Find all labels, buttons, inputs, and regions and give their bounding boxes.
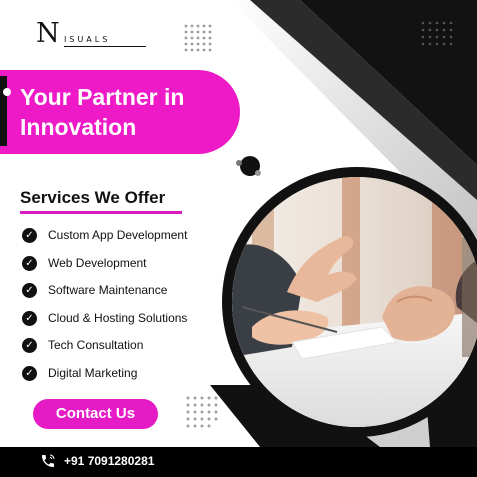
service-item: ✓ Custom App Development (22, 228, 187, 256)
services-title-underline (20, 211, 182, 214)
service-item: ✓ Cloud & Hosting Solutions (22, 310, 188, 339)
headline-bullet-dot (3, 88, 11, 96)
dot-pattern-bottom (186, 396, 218, 428)
service-label: Tech Consultation (48, 338, 144, 352)
service-label: Software Maintenance (48, 283, 168, 297)
brand-logo: N ISUALS (36, 18, 146, 49)
check-circle-icon: ✓ (22, 310, 37, 326)
service-item: ✓ Software Maintenance (22, 283, 187, 311)
decorative-dot-small (236, 160, 242, 166)
dot-pattern-corner (421, 21, 453, 46)
dot-pattern-top (184, 24, 212, 52)
services-title: Services We Offer (20, 188, 166, 207)
service-label: Web Development (48, 255, 147, 270)
service-item: ✓ Tech Consultation (22, 338, 187, 366)
service-label: Cloud & Hosting Solutions (48, 310, 188, 325)
poster: N ISUALS Your Partner in Innovation Serv… (0, 0, 477, 477)
check-circle-icon: ✓ (22, 255, 37, 271)
check-circle-icon: ✓ (22, 365, 37, 381)
logo-mark: N (36, 18, 60, 49)
check-circle-icon: ✓ (22, 228, 37, 243)
phone-contact[interactable]: +91 7091280281 (40, 453, 154, 469)
phone-number: +91 7091280281 (64, 454, 155, 468)
contact-us-button[interactable]: Contact Us (33, 399, 158, 429)
service-label: Custom App Development (48, 228, 188, 242)
services-list: ✓ Custom App Development ✓ Web Development… (22, 228, 187, 393)
headline-line-1: Your Partner in (20, 84, 185, 110)
meeting-illustration (232, 177, 477, 427)
service-item: ✓ Web Development (22, 255, 187, 284)
decorative-dot-small (255, 170, 261, 176)
logo-underline (64, 46, 146, 47)
check-circle-icon: ✓ (22, 338, 37, 353)
check-circle-icon: ✓ (22, 283, 37, 298)
logo-text: ISUALS (64, 35, 111, 44)
headline-accent-bar (0, 76, 7, 146)
headline: Your Partner in Innovation (20, 82, 240, 142)
headline-line-2: Innovation (20, 114, 137, 140)
service-label: Digital Marketing (48, 365, 138, 380)
service-item: ✓ Digital Marketing (22, 365, 187, 394)
meeting-photo (232, 177, 477, 427)
phone-icon (42, 454, 55, 467)
